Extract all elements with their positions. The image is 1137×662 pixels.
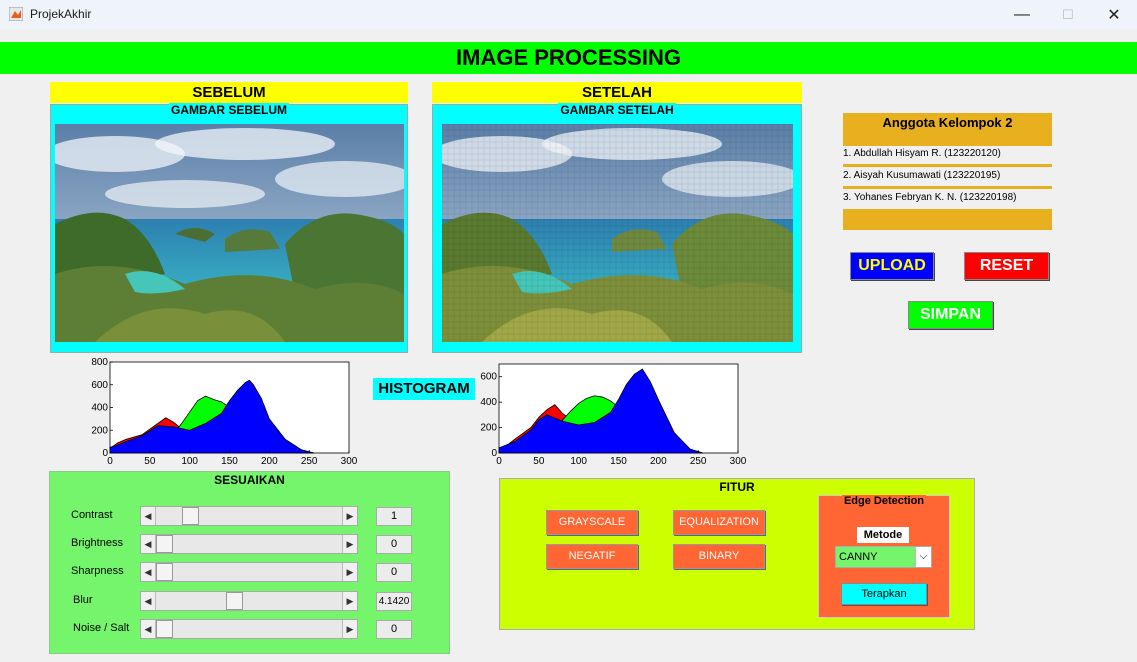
matlab-icon [9, 7, 23, 21]
window-titlebar: ProjekAkhir — ☐ ✕ [0, 0, 1137, 30]
x-tick-label: 0 [496, 456, 502, 467]
edge-detection-panel: Edge Detection Metode CANNY ⌵ Terapkan [818, 495, 950, 618]
negative-button[interactable]: NEGATIF [546, 544, 638, 569]
window-title: ProjekAkhir [30, 7, 92, 21]
slider-label: Noise / Salt [73, 622, 130, 634]
y-tick-label: 0 [491, 448, 497, 459]
slider-noise-salt[interactable]: ◀ ▶ [140, 619, 358, 639]
grayscale-button[interactable]: GRAYSCALE [546, 510, 638, 535]
histogram-before: 0 50 100 150 200 250 300 0 200 400 600 800 [91, 357, 358, 467]
x-tick-label: 200 [650, 456, 667, 467]
slider-value[interactable]: 0 [376, 620, 412, 639]
histogram-after: 0 50 100 150 200 250 300 0 200 400 600 [480, 363, 747, 467]
close-button[interactable]: ✕ [1091, 0, 1137, 30]
y-tick-label: 200 [480, 423, 497, 434]
before-image [55, 124, 404, 342]
arrow-left-icon[interactable]: ◀ [141, 620, 156, 638]
y-tick-label: 600 [91, 380, 108, 391]
arrow-right-icon[interactable]: ▶ [342, 620, 357, 638]
slider-contrast[interactable]: ◀ ▶ [140, 506, 358, 526]
arrow-right-icon[interactable]: ▶ [342, 535, 357, 553]
arrow-left-icon[interactable]: ◀ [141, 563, 156, 581]
x-tick-label: 250 [301, 456, 318, 467]
y-tick-label: 0 [102, 448, 108, 459]
edge-detection-title: Edge Detection [841, 495, 927, 507]
binary-button[interactable]: BINARY [673, 544, 765, 569]
adjust-title: SESUAIKAN [214, 473, 285, 487]
method-value: CANNY [839, 551, 878, 563]
arrow-right-icon[interactable]: ▶ [342, 507, 357, 525]
before-image-panel: GAMBAR SEBELUM [50, 103, 408, 353]
chevron-down-icon: ⌵ [915, 547, 931, 567]
x-tick-label: 250 [690, 456, 707, 467]
slider-thumb[interactable] [156, 563, 173, 581]
y-tick-label: 800 [91, 357, 108, 368]
slider-sharpness[interactable]: ◀ ▶ [140, 562, 358, 582]
y-tick-label: 200 [91, 425, 108, 436]
slider-label: Brightness [71, 537, 123, 549]
slider-brightness[interactable]: ◀ ▶ [140, 534, 358, 554]
slider-thumb[interactable] [156, 535, 173, 553]
before-panel-title: GAMBAR SEBELUM [169, 103, 289, 117]
before-label: SEBELUM [50, 82, 408, 103]
slider-label: Sharpness [71, 565, 124, 577]
slider-value[interactable]: 0 [376, 535, 412, 554]
after-image-panel: GAMBAR SETELAH [432, 103, 802, 353]
arrow-right-icon[interactable]: ▶ [342, 592, 357, 610]
apply-button[interactable]: Terapkan [841, 583, 927, 605]
method-select[interactable]: CANNY ⌵ [835, 546, 932, 568]
x-tick-label: 50 [144, 456, 156, 467]
reset-button[interactable]: RESET [964, 252, 1049, 280]
y-tick-label: 600 [480, 372, 497, 383]
members-footer [843, 209, 1052, 230]
upload-button[interactable]: UPLOAD [850, 252, 934, 280]
slider-thumb[interactable] [156, 620, 173, 638]
slider-thumb[interactable] [181, 507, 199, 525]
slider-value[interactable]: 1 [376, 507, 412, 526]
arrow-right-icon[interactable]: ▶ [342, 563, 357, 581]
features-title: FITUR [719, 480, 755, 494]
x-tick-label: 200 [261, 456, 278, 467]
members-title: Anggota Kelompok 2 [843, 113, 1052, 146]
after-panel-title: GAMBAR SETELAH [558, 103, 676, 117]
slider-thumb[interactable] [226, 592, 244, 610]
x-tick-label: 300 [730, 456, 747, 467]
maximize-button[interactable]: ☐ [1045, 0, 1091, 30]
y-tick-label: 400 [91, 403, 108, 414]
member-item: 3. Yohanes Febryan K. N. (123220198) [843, 192, 1017, 203]
x-tick-label: 0 [107, 456, 113, 467]
method-label: Metode [857, 527, 909, 543]
save-button[interactable]: SIMPAN [908, 301, 993, 329]
x-tick-label: 50 [533, 456, 545, 467]
arrow-left-icon[interactable]: ◀ [141, 507, 156, 525]
slider-blur[interactable]: ◀ ▶ [140, 591, 358, 611]
slider-value[interactable]: 4.1420 [376, 592, 412, 611]
x-tick-label: 100 [570, 456, 587, 467]
y-tick-label: 400 [480, 397, 497, 408]
x-tick-label: 100 [181, 456, 198, 467]
x-tick-label: 150 [610, 456, 627, 467]
x-tick-label: 150 [221, 456, 238, 467]
divider [843, 186, 1052, 189]
slider-value[interactable]: 0 [376, 563, 412, 582]
histogram-label: HISTOGRAM [373, 378, 475, 400]
arrow-left-icon[interactable]: ◀ [141, 592, 156, 610]
divider [843, 164, 1052, 167]
minimize-button[interactable]: — [999, 0, 1045, 30]
after-label: SETELAH [432, 82, 802, 103]
after-image [442, 124, 793, 342]
app-banner: IMAGE PROCESSING [0, 42, 1137, 74]
equalization-button[interactable]: EQUALIZATION [673, 510, 765, 535]
member-item: 2. Aisyah Kusumawati (123220195) [843, 170, 1001, 181]
member-item: 1. Abdullah Hisyam R. (123220120) [843, 148, 1001, 159]
x-tick-label: 300 [341, 456, 358, 467]
slider-label: Blur [73, 594, 93, 606]
arrow-left-icon[interactable]: ◀ [141, 535, 156, 553]
slider-label: Contrast [71, 509, 113, 521]
